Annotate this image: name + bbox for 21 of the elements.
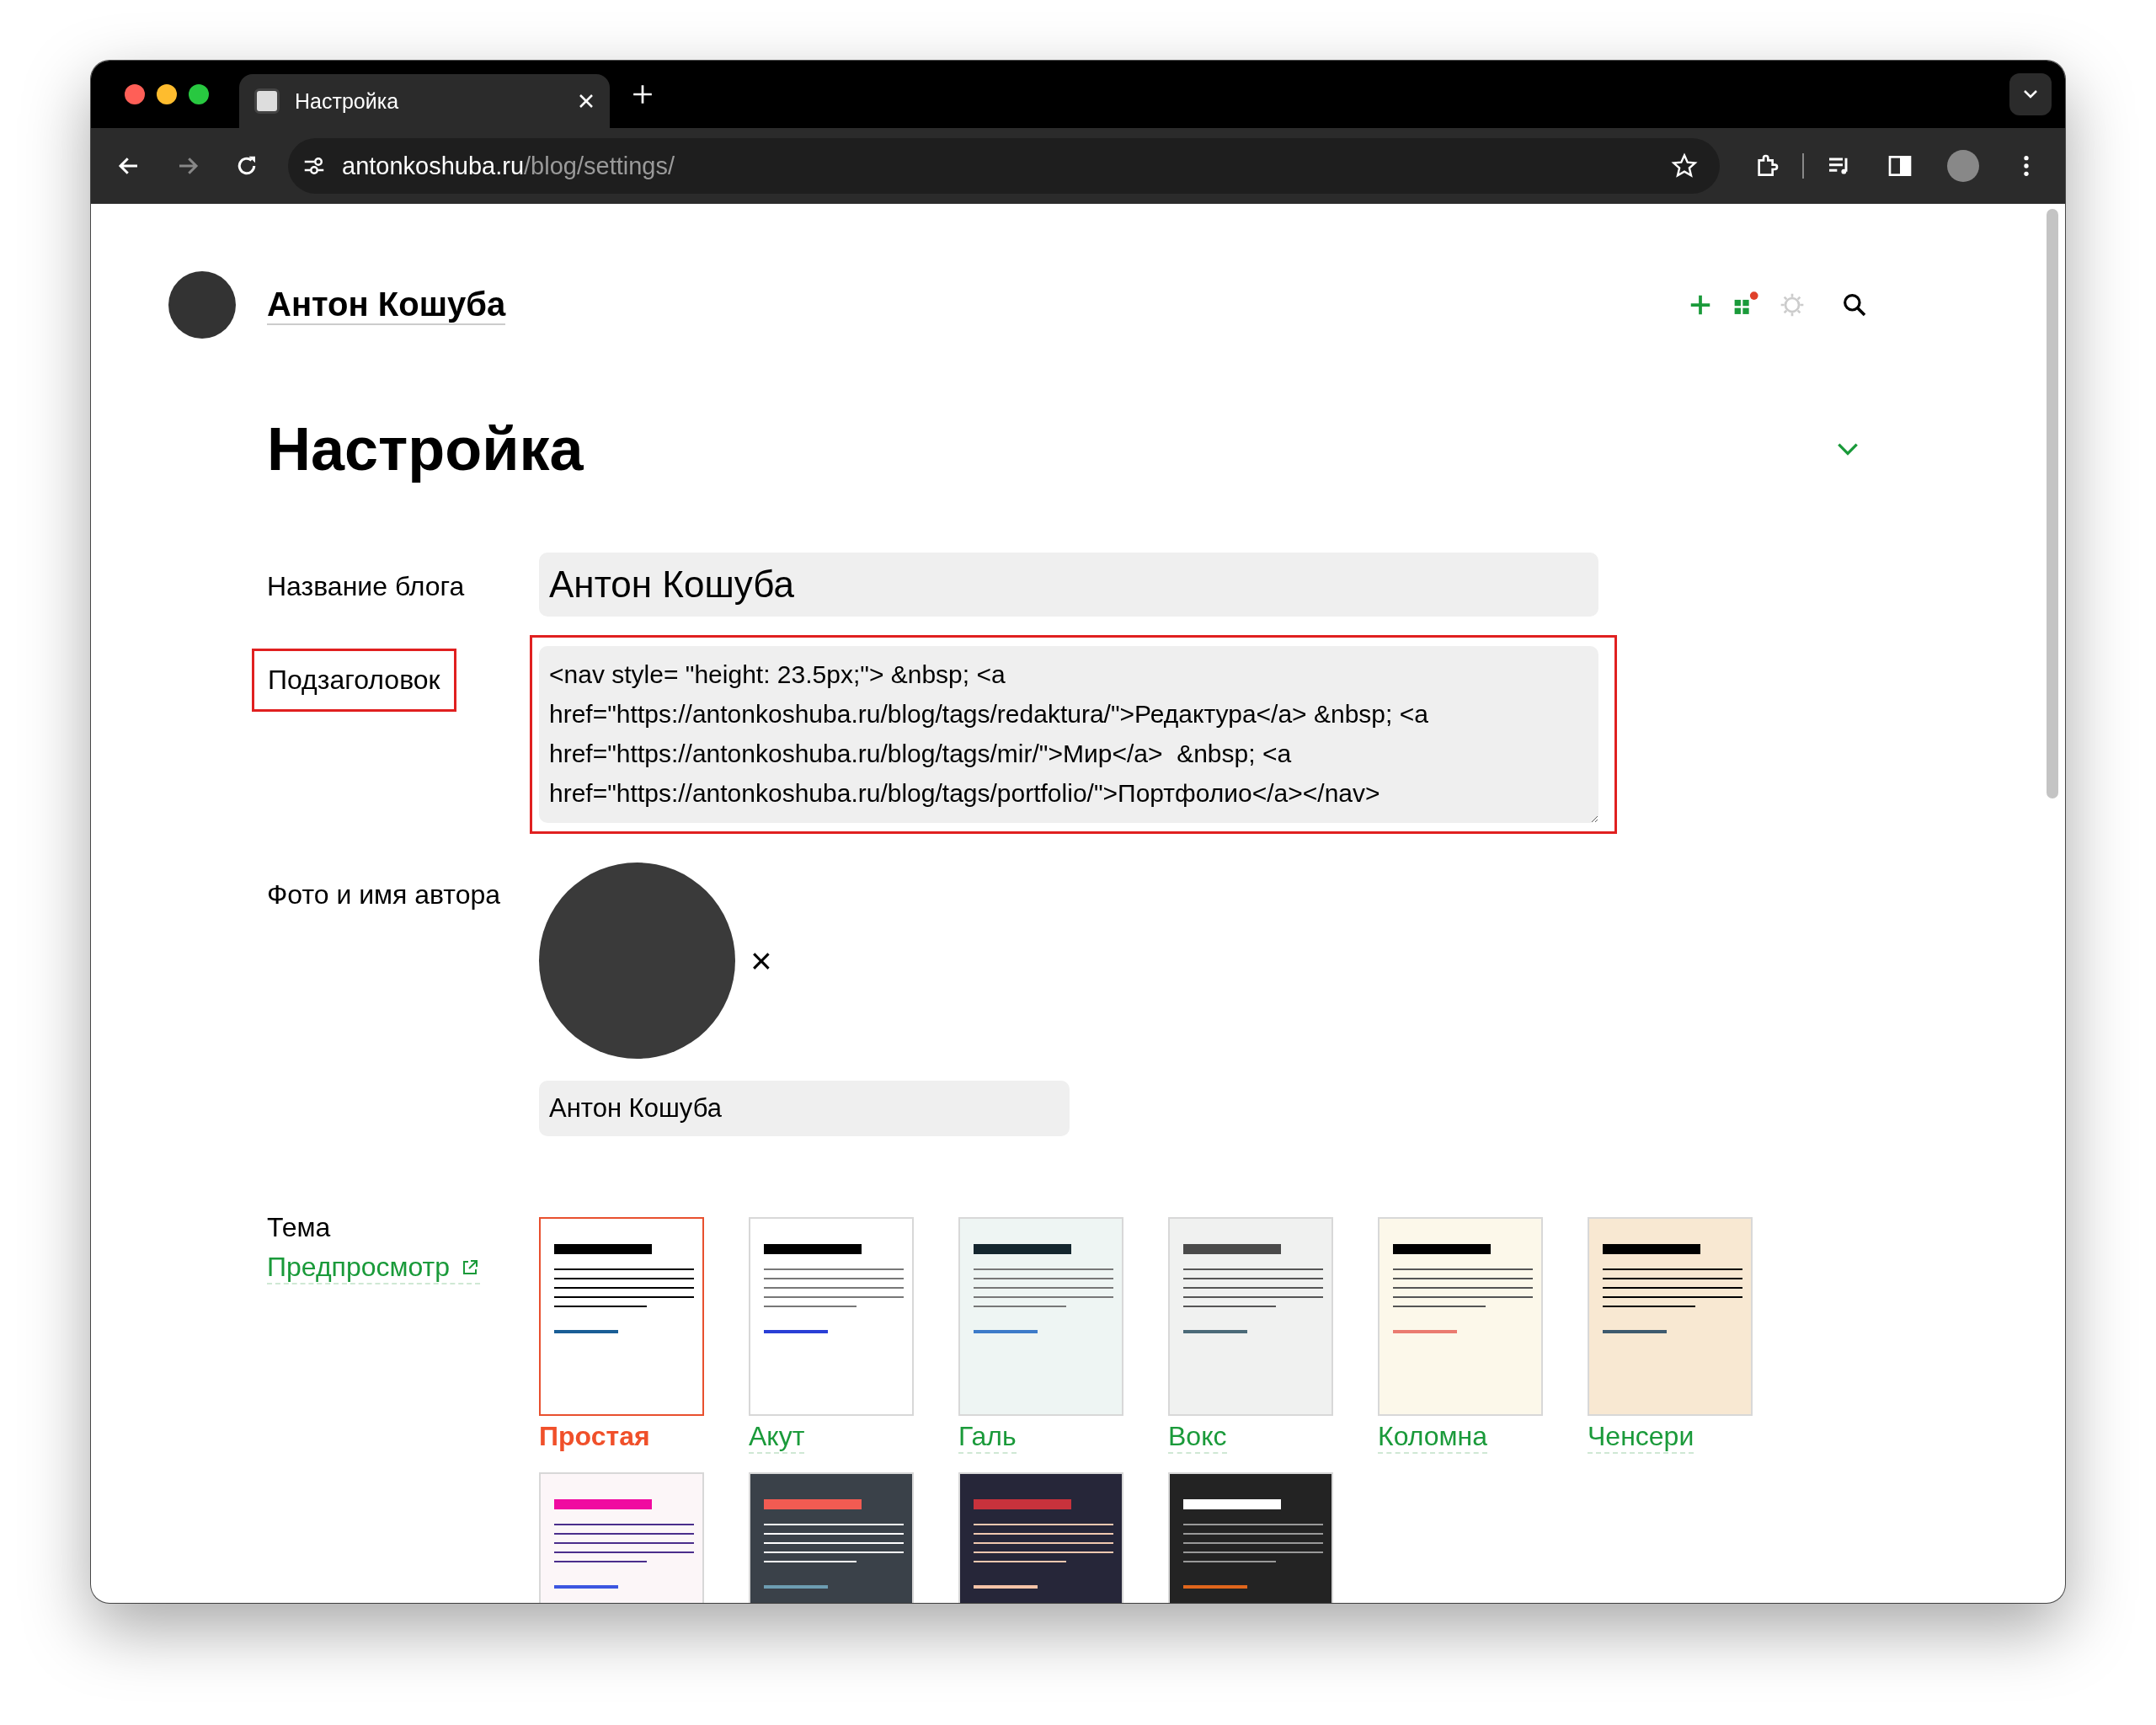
blog-name-link[interactable]: Антон Кошуба: [267, 285, 506, 325]
blog-title-field[interactable]: Антон Кошуба: [539, 553, 1598, 617]
author-name-field[interactable]: Антон Кошуба: [539, 1081, 1070, 1136]
subtitle-field[interactable]: <nav style= "height: 23.5px;"> &nbsp; <a href="https://antonkoshuba.ru/blog/tags/redaktura/">Редактура</a> &nbsp; <a href="https://antonkoshuba.ru/blog/tags/mir/">Мир</a> &nbsp; <a href="https://antonkoshuba.ru/blog/tags/portfolio/">Портфолио</a></nav>: [539, 646, 1598, 823]
theme-name-link[interactable]: Акут: [749, 1421, 805, 1454]
address-bar[interactable]: antonkoshuba.ru/blog/settings/: [288, 138, 1720, 194]
field-label: Тема: [267, 1212, 332, 1243]
preview-link[interactable]: Предпросмотр: [267, 1252, 481, 1284]
page-title: Настройка: [267, 414, 584, 483]
theme-name-link[interactable]: Галь: [958, 1421, 1017, 1454]
field-label: Фото и имя автора: [267, 879, 501, 910]
remove-photo-button[interactable]: ×: [750, 942, 772, 980]
url-text: antonkoshuba.ru/blog/settings/: [342, 152, 675, 180]
theme-name-link[interactable]: Простая: [539, 1421, 650, 1454]
field-label: Название блога: [267, 571, 465, 601]
theme-name-link[interactable]: Вокс: [1168, 1421, 1227, 1454]
theme-name-link[interactable]: Ченсери: [1588, 1421, 1694, 1454]
theme-name-link[interactable]: Коломна: [1378, 1421, 1488, 1454]
browser-tab[interactable]: Настройка: [239, 74, 610, 128]
field-label: Подзаголовок: [252, 649, 456, 712]
tab-title: Настройка: [295, 88, 400, 114]
